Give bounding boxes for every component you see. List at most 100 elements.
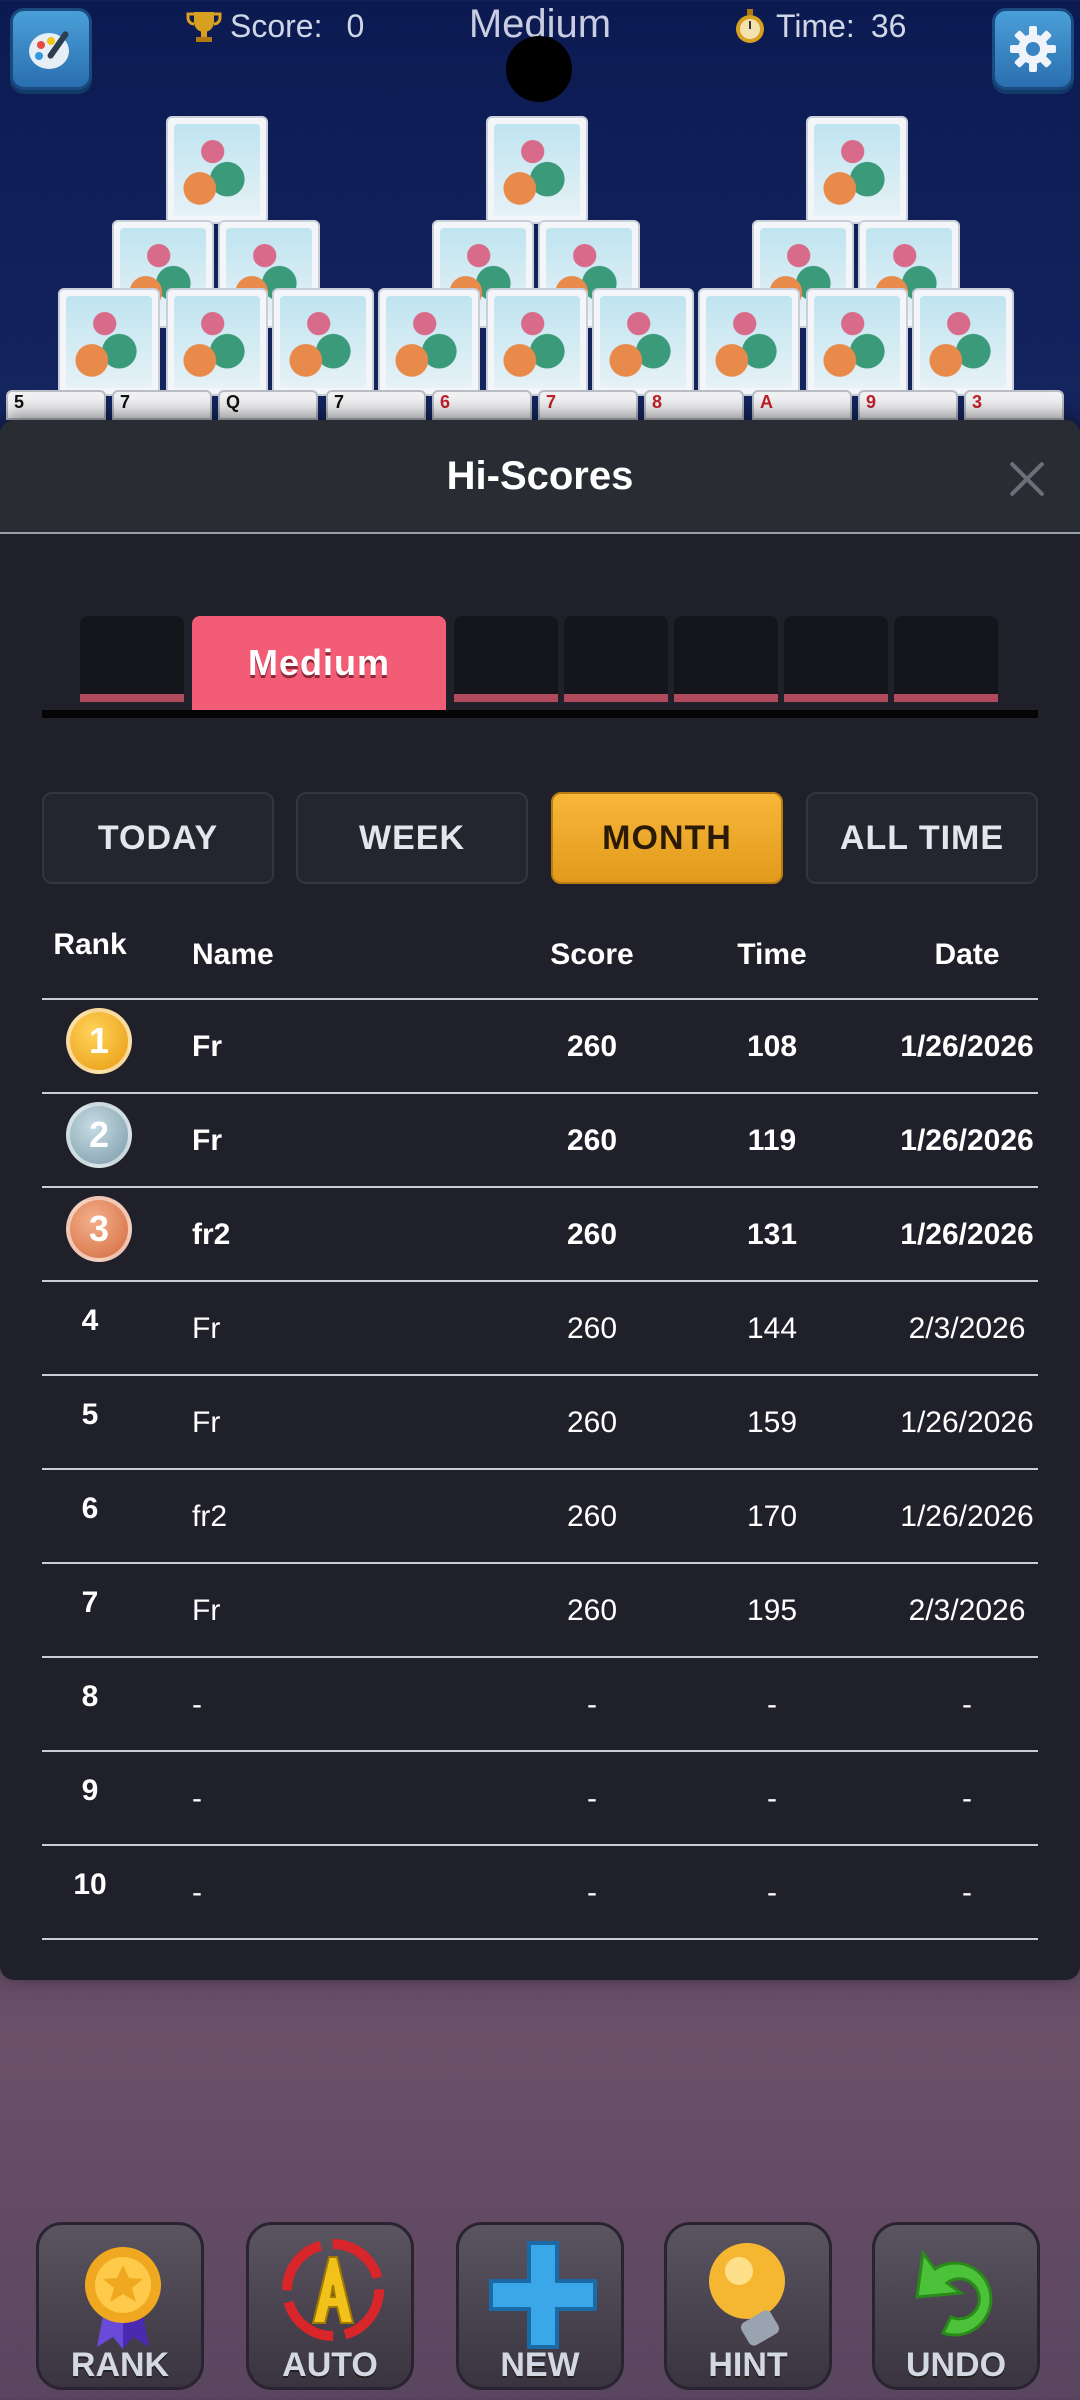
card-face[interactable]: 7 [112, 390, 212, 420]
row-date: 1/26/2026 [900, 1030, 1034, 1063]
settings-button[interactable] [992, 8, 1074, 90]
undo-button[interactable]: UNDO [872, 2222, 1040, 2390]
rank-label: RANK [70, 2346, 170, 2384]
tab-medium[interactable]: Medium [192, 616, 446, 710]
card-face[interactable]: Q [218, 390, 318, 420]
row-date: 1/26/2026 [900, 1406, 1034, 1439]
card-back[interactable] [486, 116, 588, 224]
row-rank: 7 [81, 1586, 99, 1619]
card-face[interactable]: 9 [858, 390, 958, 420]
hi-scores-dialog: Hi-Scores Medium TODAY WEEK MONTH ALL TI… [0, 420, 1080, 1980]
card-face[interactable]: 7 [326, 390, 426, 420]
card-face[interactable]: 5 [6, 390, 106, 420]
table-row: 7 Fr 260 195 2/3/2026 [42, 1564, 1038, 1658]
stopwatch-icon [736, 9, 764, 43]
table-row: 10 - - - - [42, 1846, 1038, 1940]
time-label: Time: [776, 7, 855, 44]
col-name: Name [192, 938, 274, 971]
row-rank: 9 [81, 1774, 99, 1807]
period-week-button[interactable]: WEEK [296, 792, 528, 884]
row-date: - [962, 1688, 972, 1721]
row-rank: 8 [81, 1680, 99, 1713]
card-back[interactable] [378, 288, 480, 396]
plus-icon [489, 2241, 597, 2349]
card-back[interactable] [166, 116, 268, 224]
row-date: - [962, 1876, 972, 1909]
card-back[interactable] [912, 288, 1014, 396]
time-display: Time: 36 [730, 6, 906, 46]
card-back[interactable] [486, 288, 588, 396]
tab-difficulty[interactable] [894, 616, 998, 702]
rank-button[interactable]: RANK [36, 2222, 204, 2390]
tab-difficulty[interactable] [674, 616, 778, 702]
auto-button[interactable]: AUTO [246, 2222, 414, 2390]
row-date: - [962, 1782, 972, 1815]
undo-icon [915, 2249, 993, 2337]
silver-medal-icon: 2 [66, 1102, 132, 1168]
tab-difficulty[interactable] [784, 616, 888, 702]
card-back[interactable] [806, 288, 908, 396]
time-value: 36 [870, 7, 907, 44]
card-back[interactable] [58, 288, 160, 396]
table-row: 1 Fr 260 108 1/26/2026 [42, 1000, 1038, 1094]
gold-medal-icon: 1 [66, 1008, 132, 1074]
row-rank: 10 [73, 1868, 107, 1901]
row-name: Fr [192, 1124, 222, 1157]
difficulty-tabs: Medium [42, 616, 1038, 718]
table-row: 2 Fr 260 119 1/26/2026 [42, 1094, 1038, 1188]
camera-cutout [506, 36, 572, 102]
tab-difficulty[interactable] [454, 616, 558, 702]
row-name: Fr [192, 1406, 221, 1439]
table-row: 8 - - - - [42, 1658, 1038, 1752]
lightbulb-icon [709, 2243, 785, 2346]
table-row: 5 Fr 260 159 1/26/2026 [42, 1376, 1038, 1470]
row-date: 2/3/2026 [908, 1594, 1026, 1627]
tab-difficulty[interactable] [80, 616, 184, 702]
period-month-button[interactable]: MONTH [551, 792, 783, 884]
card-face[interactable]: 3 [964, 390, 1064, 420]
row-name: Fr [192, 1312, 221, 1345]
row-date: 1/26/2026 [900, 1500, 1034, 1533]
hint-label: HINT [708, 2346, 788, 2384]
row-name: - [192, 1688, 202, 1721]
card-face[interactable]: 7 [538, 390, 638, 420]
col-date: Date [934, 938, 1000, 971]
close-icon[interactable] [1004, 456, 1050, 502]
card-back[interactable] [698, 288, 800, 396]
card-face[interactable]: 6 [432, 390, 532, 420]
card-face[interactable]: A [752, 390, 852, 420]
row-name: - [192, 1876, 202, 1909]
gear-icon [1010, 26, 1056, 72]
card-back[interactable] [592, 288, 694, 396]
auto-icon [282, 2239, 384, 2341]
medal-icon [85, 2247, 161, 2349]
bronze-medal-icon: 3 [66, 1196, 132, 1262]
row-rank: 5 [81, 1398, 99, 1431]
row-name: - [192, 1782, 202, 1815]
scores-table: Rank Name Score Time Date 1 Fr 260 108 1… [42, 910, 1038, 1940]
card-back[interactable] [272, 288, 374, 396]
dialog-header: Hi-Scores [0, 420, 1080, 534]
row-rank: 4 [81, 1304, 99, 1337]
row-name: Fr [192, 1594, 221, 1627]
table-row: 4 Fr 260 144 2/3/2026 [42, 1282, 1038, 1376]
row-name: fr2 [192, 1218, 231, 1251]
card-face[interactable]: 8 [644, 390, 744, 420]
period-selector: TODAY WEEK MONTH ALL TIME [42, 792, 1038, 884]
table-row: 3 fr2 260 131 1/26/2026 [42, 1188, 1038, 1282]
row-name: Fr [192, 1030, 222, 1063]
tab-difficulty[interactable] [564, 616, 668, 702]
table-row: 6 fr2 260 170 1/26/2026 [42, 1470, 1038, 1564]
card-back[interactable] [806, 116, 908, 224]
card-back[interactable] [166, 288, 268, 396]
row-rank: 6 [81, 1492, 99, 1525]
new-game-button[interactable]: NEW [456, 2222, 624, 2390]
dialog-title: Hi-Scores [446, 454, 634, 498]
new-label: NEW [500, 2346, 580, 2384]
row-date: 2/3/2026 [908, 1312, 1026, 1345]
hint-button[interactable]: HINT [664, 2222, 832, 2390]
period-all-time-button[interactable]: ALL TIME [806, 792, 1038, 884]
row-name: fr2 [192, 1500, 228, 1533]
col-rank: Rank [53, 928, 127, 961]
period-today-button[interactable]: TODAY [42, 792, 274, 884]
